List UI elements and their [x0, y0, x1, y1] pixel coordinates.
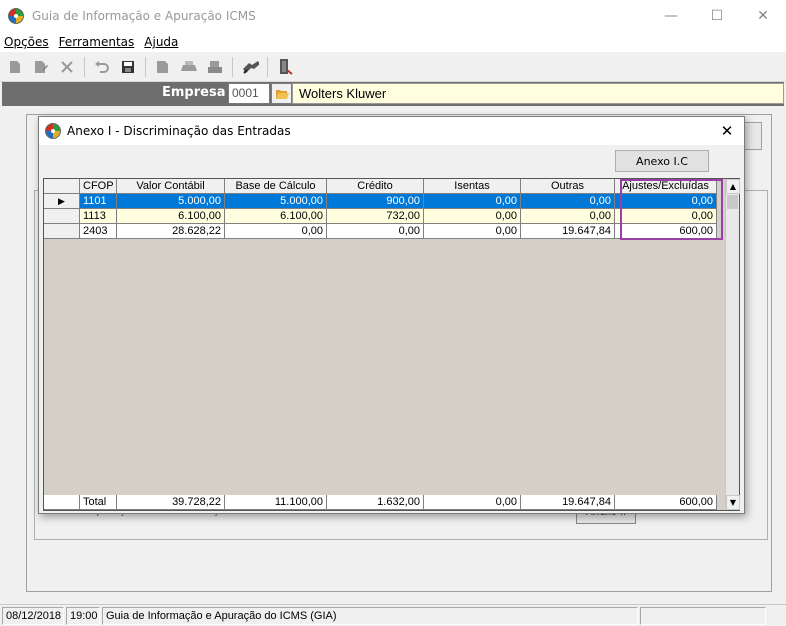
statusbar: 08/12/2018 19:00 Guia de Informação e Ap… [0, 604, 786, 626]
menu-ajuda[interactable]: Ajuda [144, 35, 178, 49]
toolbar-separator [232, 56, 233, 77]
cell-isentas[interactable]: 0,00 [424, 194, 521, 209]
col-header-valor-contabil[interactable]: Valor Contábil [117, 179, 225, 194]
menubar: Opções Ferramentas Ajuda [0, 32, 786, 52]
app-logo-icon [8, 8, 24, 24]
exit-icon[interactable] [276, 58, 294, 76]
dialog-titlebar: Anexo I - Discriminação das Entradas ✕ [39, 117, 744, 145]
dialog-title: Anexo I - Discriminação das Entradas [67, 124, 291, 138]
toolbar-separator [145, 56, 146, 77]
col-header-cfop[interactable]: CFOP [80, 179, 117, 194]
cell-valor[interactable]: 28.628,22 [117, 224, 225, 239]
tools-icon[interactable] [241, 58, 259, 76]
empresa-code-field[interactable]: 0001 [228, 83, 270, 104]
scroll-down-icon[interactable]: ▼ [726, 495, 740, 510]
cell-cfop[interactable]: 1101 [80, 194, 117, 209]
cell-credito[interactable]: 0,00 [327, 224, 424, 239]
grid-header: CFOP Valor Contábil Base de Cálculo Créd… [44, 179, 717, 194]
scroll-up-icon[interactable]: ▲ [726, 179, 740, 194]
status-date: 08/12/2018 [2, 607, 64, 625]
edit-doc-icon[interactable] [32, 58, 50, 76]
total-credito: 1.632,00 [327, 495, 424, 510]
main-titlebar: Guia de Informação e Apuração ICMS — ☐ ✕ [0, 0, 786, 32]
total-isentas: 0,00 [424, 495, 521, 510]
open-folder-icon[interactable] [271, 83, 292, 104]
cell-ajustes[interactable]: 0,00 [615, 194, 717, 209]
row-indicator [44, 224, 80, 239]
cell-base[interactable]: 6.100,00 [225, 209, 327, 224]
table-row[interactable]: 2403 28.628,22 0,00 0,00 0,00 19.647,84 … [44, 224, 717, 239]
entradas-grid: CFOP Valor Contábil Base de Cálculo Créd… [43, 178, 740, 511]
total-outras: 19.647,84 [521, 495, 615, 510]
table-row[interactable]: 1113 6.100,00 6.100,00 732,00 0,00 0,00 … [44, 209, 717, 224]
empresa-label: Empresa [162, 85, 226, 100]
total-label: Total [80, 495, 117, 510]
cell-credito[interactable]: 732,00 [327, 209, 424, 224]
total-base: 11.100,00 [225, 495, 327, 510]
col-header-base-calculo[interactable]: Base de Cálculo [225, 179, 327, 194]
undo-icon[interactable] [93, 58, 111, 76]
anexo-dialog: Anexo I - Discriminação das Entradas ✕ A… [38, 116, 745, 514]
window-title: Guia de Informação e Apuração ICMS [32, 9, 256, 23]
total-ajustes: 600,00 [615, 495, 717, 510]
cell-cfop[interactable]: 1113 [80, 209, 117, 224]
menu-ferramentas[interactable]: Ferramentas [59, 35, 135, 49]
col-header-isentas[interactable]: Isentas [424, 179, 521, 194]
cell-outras[interactable]: 0,00 [521, 209, 615, 224]
cell-outras[interactable]: 19.647,84 [521, 224, 615, 239]
table-row[interactable]: ▶ 1101 5.000,00 5.000,00 900,00 0,00 0,0… [44, 194, 717, 209]
menu-ferramentas-label: Ferramentas [58, 35, 135, 49]
vertical-scrollbar[interactable]: ▲ ▼ [725, 179, 740, 510]
menu-opcoes-label: Opções [4, 35, 49, 49]
cell-outras[interactable]: 0,00 [521, 194, 615, 209]
minimize-button[interactable]: — [648, 0, 694, 32]
maximize-button[interactable]: ☐ [694, 0, 740, 32]
row-indicator-header [44, 179, 80, 194]
cell-ajustes[interactable]: 600,00 [615, 224, 717, 239]
toolbar [0, 52, 786, 82]
print-setup-icon[interactable] [206, 58, 224, 76]
close-window-button[interactable]: ✕ [740, 0, 786, 32]
anexo-ic-button[interactable]: Anexo I.C [615, 150, 709, 172]
toolbar-separator [84, 56, 85, 77]
cell-base[interactable]: 5.000,00 [225, 194, 327, 209]
scroll-thumb[interactable] [727, 195, 738, 209]
new-doc-icon[interactable] [6, 58, 24, 76]
empresa-bar: Empresa 0001 Wolters Kluwer [2, 82, 784, 106]
delete-icon[interactable] [58, 58, 76, 76]
cell-valor[interactable]: 5.000,00 [117, 194, 225, 209]
status-message: Guia de Informação e Apuração do ICMS (G… [102, 607, 638, 625]
total-spacer [44, 495, 80, 510]
col-header-outras[interactable]: Outras [521, 179, 615, 194]
row-indicator [44, 209, 80, 224]
cell-ajustes[interactable]: 0,00 [615, 209, 717, 224]
total-valor: 39.728,22 [117, 495, 225, 510]
menu-ajuda-label: Ajuda [144, 35, 179, 49]
col-header-ajustes[interactable]: Ajustes/Excluídas [615, 179, 717, 194]
cell-isentas[interactable]: 0,00 [424, 224, 521, 239]
print-icon[interactable] [180, 58, 198, 76]
app-logo-icon [45, 123, 61, 139]
report-icon[interactable] [154, 58, 172, 76]
cell-credito[interactable]: 900,00 [327, 194, 424, 209]
save-icon[interactable] [119, 58, 137, 76]
status-time: 19:00 [66, 607, 100, 625]
col-header-credito[interactable]: Crédito [327, 179, 424, 194]
dialog-close-button[interactable]: ✕ [715, 119, 739, 143]
cell-valor[interactable]: 6.100,00 [117, 209, 225, 224]
total-row: Total 39.728,22 11.100,00 1.632,00 0,00 … [44, 495, 717, 510]
cell-isentas[interactable]: 0,00 [424, 209, 521, 224]
cell-cfop[interactable]: 2403 [80, 224, 117, 239]
row-pointer-icon: ▶ [44, 194, 80, 209]
toolbar-separator [267, 56, 268, 77]
empresa-name-field: Wolters Kluwer [292, 83, 784, 104]
menu-opcoes[interactable]: Opções [4, 35, 49, 49]
cell-base[interactable]: 0,00 [225, 224, 327, 239]
status-empty-cell [640, 607, 766, 625]
